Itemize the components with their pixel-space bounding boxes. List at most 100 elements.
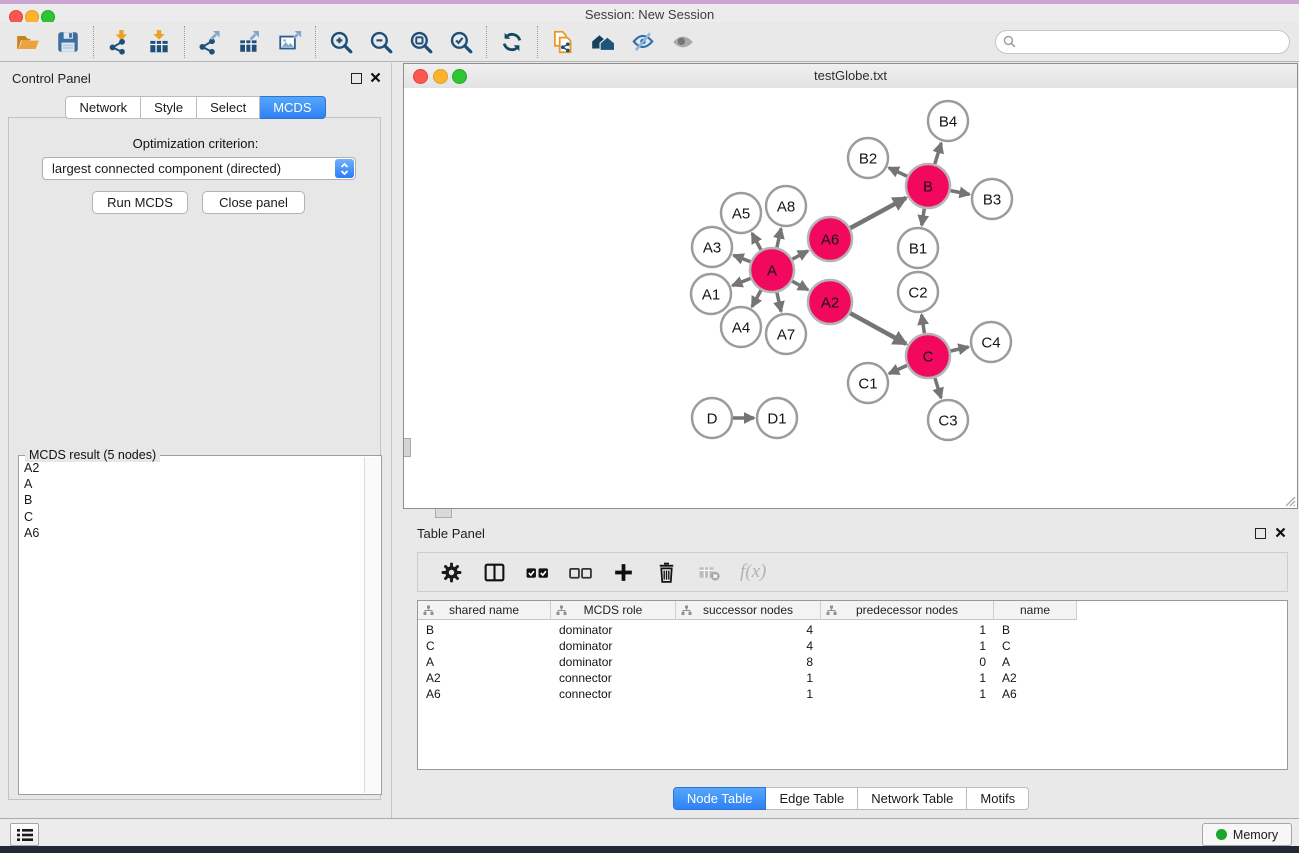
table-cell[interactable]: C (418, 639, 551, 653)
graph-edge-A-A8[interactable] (777, 229, 781, 248)
zoom-selected-icon[interactable] (448, 29, 474, 55)
graph-node-C4[interactable]: C4 (971, 322, 1011, 362)
network-canvas[interactable]: B4B2BB3A8A5A6A3B1AC2A1A2A4A7C4CC1DD1C3 (404, 88, 1297, 508)
export-table-icon[interactable] (237, 29, 263, 55)
graph-node-A2[interactable]: A2 (808, 280, 852, 324)
column-header-shared-name[interactable]: shared name (418, 601, 551, 620)
tab-network[interactable]: Network (65, 96, 141, 119)
mcds-result-scrollbar[interactable] (364, 457, 380, 793)
memory-button[interactable]: Memory (1202, 823, 1292, 846)
table-cell[interactable]: 4 (676, 623, 821, 637)
graph-node-D1[interactable]: D1 (757, 398, 797, 438)
settings-gear-icon[interactable] (439, 560, 464, 585)
graph-node-C3[interactable]: C3 (928, 400, 968, 440)
mcds-result-item[interactable]: B (24, 492, 364, 508)
table-cell[interactable]: 1 (676, 687, 821, 701)
delete-columns-icon[interactable] (654, 560, 679, 585)
tab-select[interactable]: Select (197, 96, 260, 119)
graph-edge-B-B1[interactable] (922, 209, 925, 226)
open-file-icon[interactable] (15, 29, 41, 55)
table-cell[interactable]: 0 (821, 655, 994, 669)
function-builder-icon[interactable]: f(x) (740, 561, 766, 583)
duplicate-network-icon[interactable] (550, 29, 576, 55)
window-resize-grip[interactable] (1282, 493, 1296, 507)
run-mcds-button[interactable]: Run MCDS (92, 191, 188, 214)
column-header-successor-nodes[interactable]: successor nodes (676, 601, 821, 620)
float-panel-icon[interactable] (351, 73, 362, 84)
table-cell[interactable]: connector (551, 687, 676, 701)
table-cell[interactable]: A (994, 655, 1077, 669)
graph-node-A[interactable]: A (750, 248, 794, 292)
zoom-fit-icon[interactable] (408, 29, 434, 55)
table-cell[interactable]: dominator (551, 639, 676, 653)
tab-node-table[interactable]: Node Table (673, 787, 767, 810)
import-network-icon[interactable] (106, 29, 132, 55)
show-eye-icon[interactable] (670, 29, 696, 55)
splitter-handle-horizontal[interactable] (435, 509, 452, 518)
graph-node-A7[interactable]: A7 (766, 314, 806, 354)
graph-edge-A6-B[interactable] (850, 198, 906, 228)
table-cell[interactable]: dominator (551, 655, 676, 669)
zoom-out-icon[interactable] (368, 29, 394, 55)
mcds-result-item[interactable]: A2 (24, 460, 364, 476)
graph-node-B4[interactable]: B4 (928, 101, 968, 141)
graph-node-A4[interactable]: A4 (721, 307, 761, 347)
search-input[interactable] (1016, 33, 1289, 51)
table-cell[interactable]: 1 (821, 639, 994, 653)
table-cell[interactable]: A2 (418, 671, 551, 685)
tab-edge-table[interactable]: Edge Table (766, 787, 858, 810)
table-cell[interactable]: 8 (676, 655, 821, 669)
optimization-criterion-dropdown[interactable]: largest connected component (directed) (42, 157, 356, 180)
graph-node-C1[interactable]: C1 (848, 363, 888, 403)
zoom-in-icon[interactable] (328, 29, 354, 55)
home-layout-icon[interactable] (590, 29, 616, 55)
table-cell[interactable]: 1 (821, 671, 994, 685)
graph-node-C2[interactable]: C2 (898, 272, 938, 312)
tab-style[interactable]: Style (141, 96, 197, 119)
graph-node-B[interactable]: B (906, 164, 950, 208)
graph-node-A8[interactable]: A8 (766, 186, 806, 226)
tab-network-table[interactable]: Network Table (858, 787, 967, 810)
table-cell[interactable]: C (994, 639, 1077, 653)
table-cell[interactable]: 1 (821, 687, 994, 701)
table-cell[interactable]: A6 (994, 687, 1077, 701)
column-header-mcds-role[interactable]: MCDS role (551, 601, 676, 620)
mcds-result-item[interactable]: C (24, 509, 364, 525)
mcds-result-item[interactable]: A6 (24, 525, 364, 541)
export-image-icon[interactable] (277, 29, 303, 55)
graph-edge-A-A7[interactable] (777, 293, 781, 312)
table-cell[interactable]: A2 (994, 671, 1077, 685)
column-header-predecessor-nodes[interactable]: predecessor nodes (821, 601, 994, 620)
save-session-icon[interactable] (55, 29, 81, 55)
graph-node-B3[interactable]: B3 (972, 179, 1012, 219)
tab-motifs[interactable]: Motifs (967, 787, 1029, 810)
column-header-name[interactable]: name (994, 601, 1077, 620)
graph-node-A5[interactable]: A5 (721, 193, 761, 233)
create-new-column-icon[interactable] (611, 560, 636, 585)
graph-edge-A-A2[interactable] (792, 281, 808, 290)
table-cell[interactable]: 1 (676, 671, 821, 685)
graph-node-D[interactable]: D (692, 398, 732, 438)
graph-edge-A-A4[interactable] (752, 290, 761, 307)
panel-divider[interactable] (391, 63, 392, 818)
graph-edge-C-C1[interactable] (889, 365, 907, 373)
splitter-handle-vertical[interactable] (404, 438, 411, 457)
table-cell[interactable]: A (418, 655, 551, 669)
hide-all-columns-icon[interactable] (568, 560, 593, 585)
close-panel-icon[interactable] (370, 72, 381, 83)
table-cell[interactable]: 1 (821, 623, 994, 637)
graph-edge-A-A5[interactable] (752, 233, 761, 250)
split-columns-icon[interactable] (482, 560, 507, 585)
graph-edge-A-A1[interactable] (732, 278, 750, 285)
table-cell[interactable]: dominator (551, 623, 676, 637)
table-cell[interactable]: 4 (676, 639, 821, 653)
graph-edge-B-B3[interactable] (951, 191, 970, 195)
task-history-button[interactable] (10, 823, 39, 846)
graph-node-A1[interactable]: A1 (691, 274, 731, 314)
graph-node-A6[interactable]: A6 (808, 217, 852, 261)
show-all-columns-icon[interactable] (525, 560, 550, 585)
float-table-panel-icon[interactable] (1255, 528, 1266, 539)
refresh-view-icon[interactable] (499, 29, 525, 55)
graph-node-C[interactable]: C (906, 334, 950, 378)
table-cell[interactable]: A6 (418, 687, 551, 701)
